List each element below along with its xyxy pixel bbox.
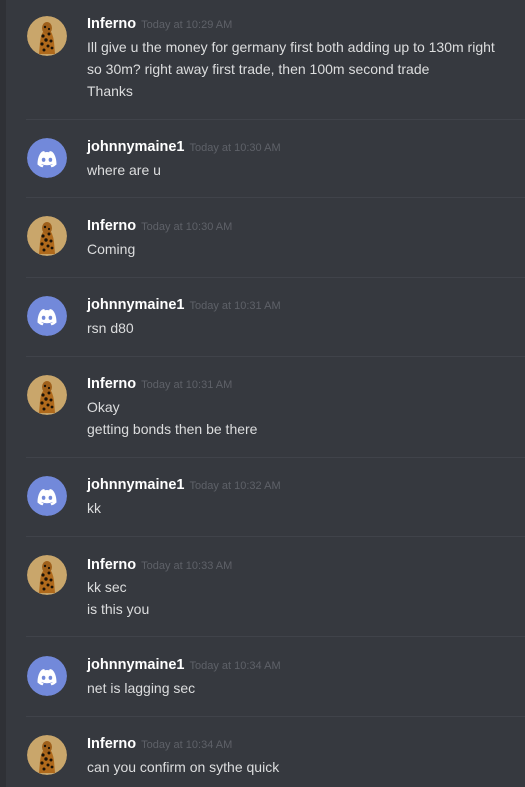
message-divider — [26, 277, 525, 278]
message-content: Ill give u the money for germany first b… — [87, 36, 511, 102]
message-author[interactable]: johnnymaine1 — [87, 657, 185, 673]
cheetah-avatar-icon[interactable] — [27, 375, 67, 415]
message-content: net is lagging sec — [87, 677, 511, 699]
message-author[interactable]: Inferno — [87, 16, 136, 32]
message-divider — [26, 636, 525, 637]
message-content: can you confirm on sythe quick — [87, 756, 511, 778]
message-timestamp: Today at 10:34 AM — [141, 739, 233, 751]
message-divider — [26, 119, 525, 120]
message-content: where are u — [87, 159, 511, 181]
message-timestamp: Today at 10:31 AM — [189, 300, 281, 312]
message-line: Thanks — [87, 83, 133, 99]
message-content: Okay getting bonds then be there — [87, 396, 511, 440]
discord-default-avatar-icon[interactable] — [27, 656, 67, 696]
message-timestamp: Today at 10:34 AM — [189, 660, 281, 672]
cheetah-avatar-icon[interactable] — [27, 555, 67, 595]
message-author[interactable]: johnnymaine1 — [87, 139, 185, 155]
cheetah-avatar-icon[interactable] — [27, 16, 67, 56]
discord-default-avatar-icon[interactable] — [27, 296, 67, 336]
message-line: is this you — [87, 601, 150, 617]
message-author[interactable]: Inferno — [87, 376, 136, 392]
message-divider — [26, 356, 525, 357]
message-timestamp: Today at 10:31 AM — [141, 379, 233, 391]
discord-default-avatar-icon[interactable] — [27, 138, 67, 178]
message-timestamp: Today at 10:32 AM — [189, 480, 281, 492]
message-timestamp: Today at 10:30 AM — [141, 221, 233, 233]
message-content: kk — [87, 497, 511, 519]
message-line: so 30m? right away first trade, then 100… — [87, 61, 430, 77]
message-line: rsn d80 — [87, 320, 134, 336]
message-author[interactable]: Inferno — [87, 736, 136, 752]
cheetah-avatar-icon[interactable] — [27, 735, 67, 775]
message-line: can you confirm on sythe quick — [87, 759, 280, 775]
message-timestamp: Today at 10:30 AM — [189, 142, 281, 154]
message-line: Okay — [87, 399, 120, 415]
message-content: kk sec is this you — [87, 576, 511, 620]
message-line: getting bonds then be there — [87, 421, 258, 437]
message-divider — [26, 197, 525, 198]
message-author[interactable]: johnnymaine1 — [87, 477, 185, 493]
message-list[interactable]: Inferno Today at 10:29 AM Ill give u the … — [6, 0, 525, 787]
message-author[interactable]: johnnymaine1 — [87, 297, 185, 313]
message-divider — [26, 536, 525, 537]
message-line: Ill give u the money for germany first b… — [87, 39, 495, 55]
message-line: kk — [87, 500, 101, 516]
message-divider — [26, 716, 525, 717]
message-timestamp: Today at 10:33 AM — [141, 560, 233, 572]
message-line: kk sec — [87, 579, 127, 595]
message-author[interactable]: Inferno — [87, 218, 136, 234]
message-author[interactable]: Inferno — [87, 557, 136, 573]
message-content: Coming — [87, 238, 511, 260]
discord-default-avatar-icon[interactable] — [27, 476, 67, 516]
message-content: rsn d80 — [87, 317, 511, 339]
message-line: Coming — [87, 241, 136, 257]
message-line: net is lagging sec — [87, 680, 196, 696]
cheetah-avatar-icon[interactable] — [27, 216, 67, 256]
message-line: where are u — [87, 162, 161, 178]
message-timestamp: Today at 10:29 AM — [141, 19, 233, 31]
message-divider — [26, 457, 525, 458]
